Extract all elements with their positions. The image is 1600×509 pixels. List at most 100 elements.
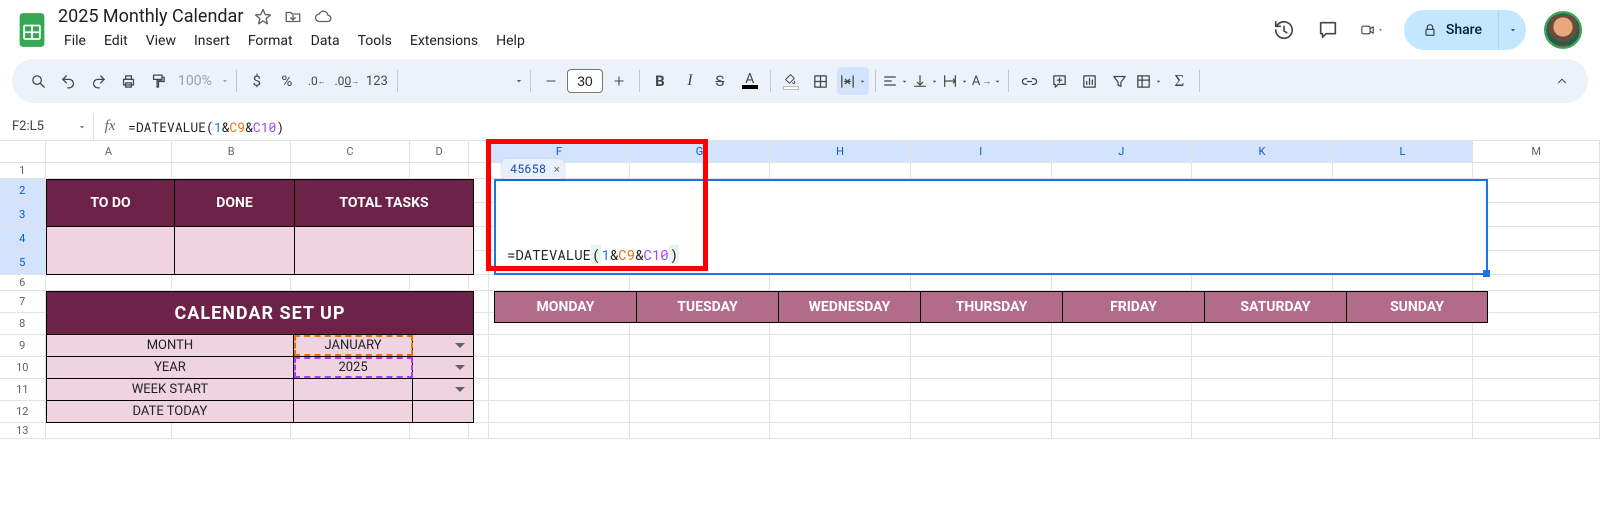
- col-header-E[interactable]: E: [469, 141, 489, 162]
- cell-todo-header[interactable]: TO DO: [46, 179, 174, 227]
- insert-chart-button[interactable]: [1075, 67, 1103, 95]
- percent-button[interactable]: %: [273, 67, 301, 95]
- cell-formula-editor[interactable]: =DATEVALUE(1&C9&C10): [504, 244, 682, 265]
- setup-weekstart-label[interactable]: WEEK START: [47, 379, 294, 400]
- menu-extensions[interactable]: Extensions: [402, 29, 486, 53]
- col-header-C[interactable]: C: [291, 141, 410, 162]
- close-icon[interactable]: ×: [553, 161, 560, 176]
- font-select[interactable]: [404, 67, 524, 95]
- setup-month-label[interactable]: MONTH: [47, 335, 294, 356]
- share-button[interactable]: Share: [1404, 10, 1498, 50]
- row-header-12[interactable]: 12: [0, 401, 46, 423]
- currency-button[interactable]: $: [243, 67, 271, 95]
- account-avatar[interactable]: [1546, 13, 1580, 47]
- row-header-10[interactable]: 10: [0, 357, 46, 379]
- row-header-5[interactable]: 5: [0, 251, 46, 275]
- setup-month-dropdown[interactable]: [413, 335, 473, 356]
- wrap-button[interactable]: [942, 67, 970, 95]
- formula-bar[interactable]: =DATEVALUE(1&C9&C10): [126, 118, 1600, 136]
- day-sun[interactable]: SUNDAY: [1346, 291, 1488, 323]
- col-header-D[interactable]: D: [410, 141, 469, 162]
- menu-format[interactable]: Format: [240, 29, 301, 53]
- increase-decimal-icon[interactable]: .00→: [333, 67, 361, 95]
- h-align-button[interactable]: [882, 67, 910, 95]
- menu-tools[interactable]: Tools: [350, 29, 400, 53]
- calendar-setup-title[interactable]: CALENDAR SET UP: [46, 291, 474, 335]
- row-header-11[interactable]: 11: [0, 379, 46, 401]
- menu-insert[interactable]: Insert: [186, 29, 238, 53]
- font-size-decrease[interactable]: [537, 67, 565, 95]
- col-header-H[interactable]: H: [770, 141, 911, 162]
- day-fri[interactable]: FRIDAY: [1062, 291, 1204, 323]
- setup-datetoday-value[interactable]: [294, 401, 413, 422]
- row-header-7[interactable]: 7: [0, 291, 46, 313]
- menu-help[interactable]: Help: [488, 29, 533, 53]
- fill-handle[interactable]: [1483, 270, 1490, 277]
- cell-done-header[interactable]: DONE: [174, 179, 294, 227]
- day-sat[interactable]: SATURDAY: [1204, 291, 1346, 323]
- menu-view[interactable]: View: [138, 29, 184, 53]
- day-wed[interactable]: WEDNESDAY: [778, 291, 920, 323]
- row-header-3[interactable]: 3: [0, 203, 46, 227]
- day-mon[interactable]: MONDAY: [494, 291, 636, 323]
- undo-icon[interactable]: [54, 67, 82, 95]
- comment-icon[interactable]: [1316, 18, 1340, 42]
- select-all-corner[interactable]: [0, 141, 46, 162]
- cell-todo-value[interactable]: [46, 227, 174, 275]
- search-icon[interactable]: [24, 67, 52, 95]
- col-header-I[interactable]: I: [911, 141, 1052, 162]
- strike-button[interactable]: S: [706, 67, 734, 95]
- menu-data[interactable]: Data: [303, 29, 348, 53]
- star-icon[interactable]: [253, 7, 273, 27]
- bold-button[interactable]: B: [646, 67, 674, 95]
- insert-comment-button[interactable]: [1045, 67, 1073, 95]
- doc-title[interactable]: 2025 Monthly Calendar: [58, 6, 243, 27]
- cloud-icon[interactable]: [313, 7, 333, 27]
- row-header-1[interactable]: 1: [0, 163, 46, 179]
- row-header-8[interactable]: 8: [0, 313, 46, 335]
- sheets-logo[interactable]: [12, 10, 52, 50]
- v-align-button[interactable]: [912, 67, 940, 95]
- merge-button[interactable]: [837, 67, 869, 95]
- row-header-9[interactable]: 9: [0, 335, 46, 357]
- row-header-2[interactable]: 2: [0, 179, 46, 203]
- meet-icon[interactable]: [1360, 18, 1384, 42]
- cell-total-header[interactable]: TOTAL TASKS: [294, 179, 474, 227]
- decrease-decimal-icon[interactable]: .0←: [303, 67, 331, 95]
- move-icon[interactable]: [283, 7, 303, 27]
- setup-month-value[interactable]: JANUARY: [294, 335, 413, 356]
- font-size-input[interactable]: [567, 69, 603, 93]
- setup-weekstart-dropdown[interactable]: [413, 379, 473, 400]
- menu-file[interactable]: File: [56, 29, 94, 53]
- col-header-K[interactable]: K: [1192, 141, 1333, 162]
- day-tue[interactable]: TUESDAY: [636, 291, 778, 323]
- table-view-button[interactable]: [1135, 67, 1163, 95]
- paint-format-icon[interactable]: [144, 67, 172, 95]
- filter-button[interactable]: [1105, 67, 1133, 95]
- col-header-G[interactable]: G: [630, 141, 771, 162]
- history-icon[interactable]: [1272, 18, 1296, 42]
- cell-done-value[interactable]: [174, 227, 294, 275]
- rotate-button[interactable]: A→: [972, 67, 1002, 95]
- print-icon[interactable]: [114, 67, 142, 95]
- setup-datetoday-label[interactable]: DATE TODAY: [47, 401, 294, 422]
- cell-total-value[interactable]: [294, 227, 474, 275]
- setup-year-value[interactable]: 2025: [294, 357, 413, 378]
- borders-button[interactable]: [807, 67, 835, 95]
- collapse-toolbar-icon[interactable]: [1548, 67, 1576, 95]
- day-thu[interactable]: THURSDAY: [920, 291, 1062, 323]
- font-size-increase[interactable]: [605, 67, 633, 95]
- setup-datetoday-blank[interactable]: [413, 401, 473, 422]
- link-button[interactable]: [1015, 67, 1043, 95]
- col-header-M[interactable]: M: [1473, 141, 1600, 162]
- fill-color-button[interactable]: [777, 67, 805, 95]
- setup-year-label[interactable]: YEAR: [47, 357, 294, 378]
- spreadsheet-grid[interactable]: A B C D E F G H I J K L M 1 2 3 4 5 6 7 …: [0, 141, 1600, 439]
- functions-button[interactable]: Σ: [1165, 67, 1193, 95]
- zoom-select[interactable]: 100%: [174, 67, 230, 95]
- row-header-6[interactable]: 6: [0, 275, 46, 291]
- col-header-J[interactable]: J: [1052, 141, 1193, 162]
- menu-edit[interactable]: Edit: [96, 29, 136, 53]
- col-header-L[interactable]: L: [1333, 141, 1474, 162]
- setup-weekstart-value[interactable]: [294, 379, 413, 400]
